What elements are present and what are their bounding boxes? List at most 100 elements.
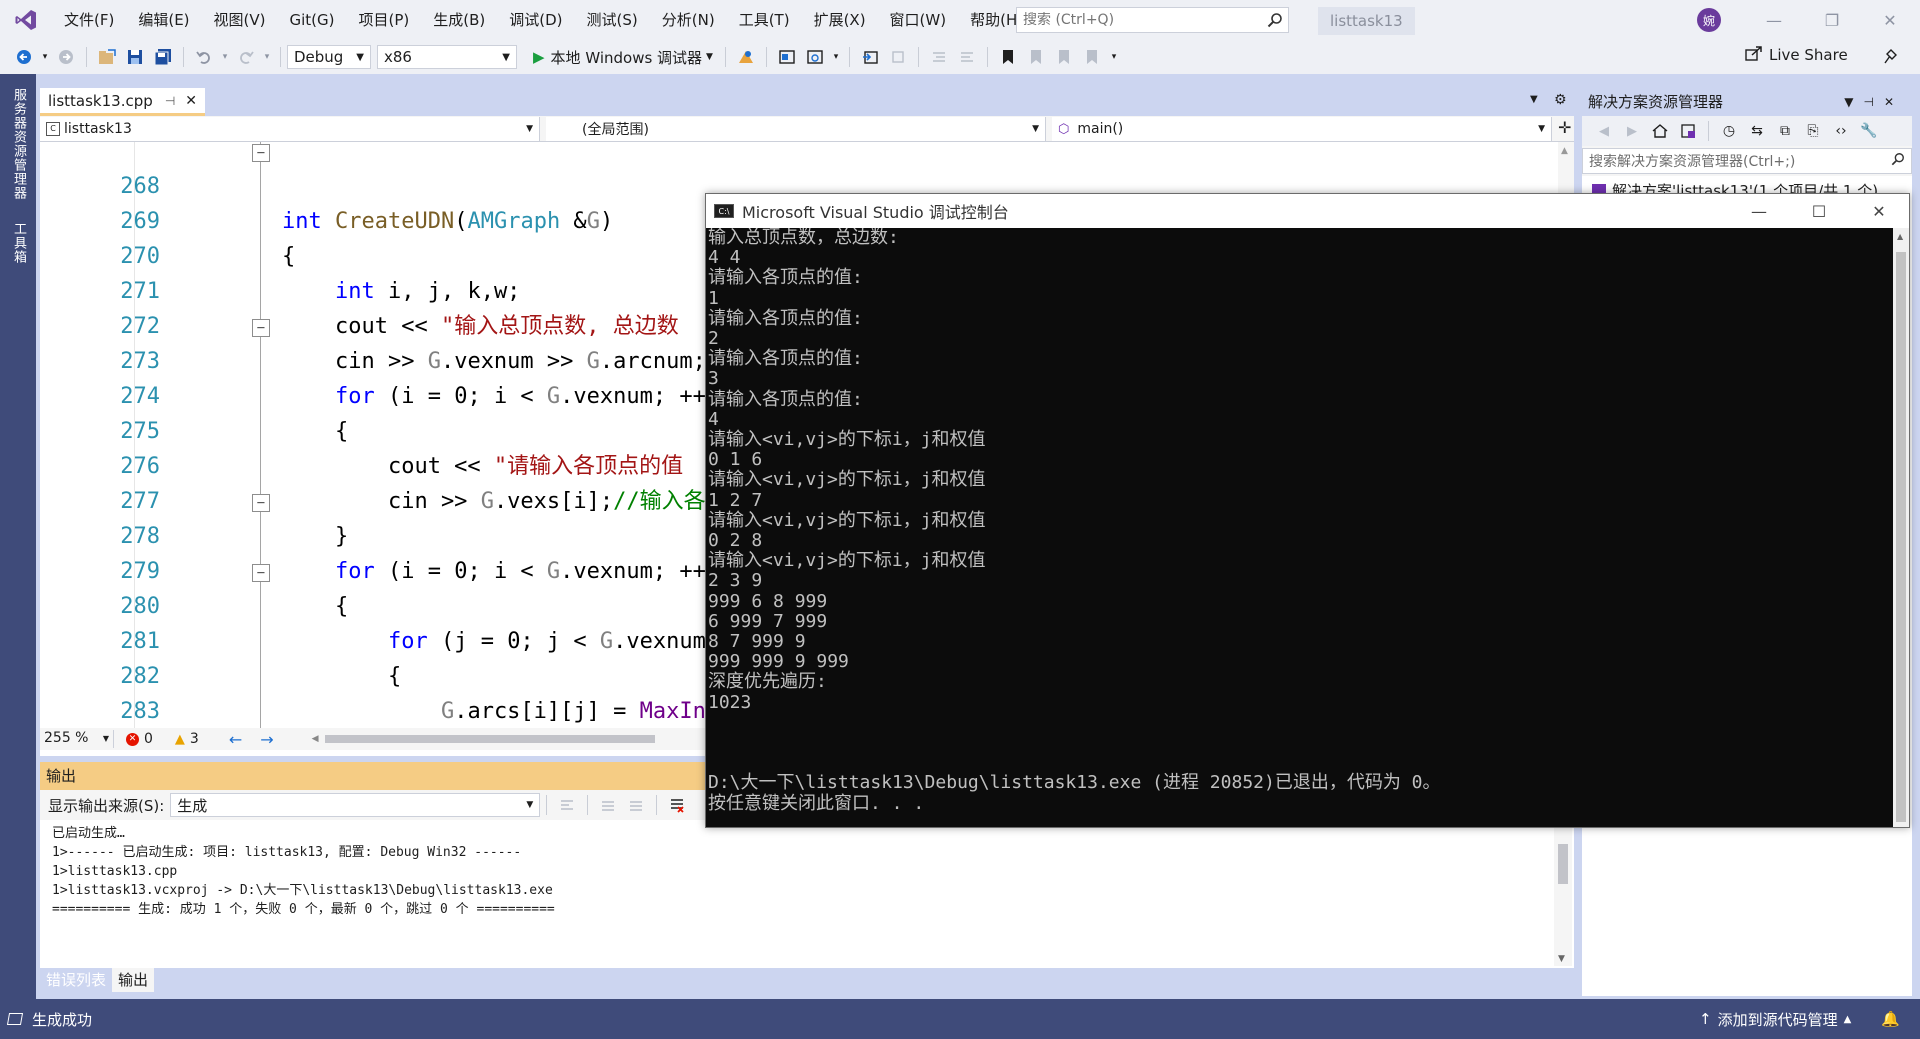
console-minimize-button[interactable]: — [1729, 194, 1789, 228]
menu-git[interactable]: Git(G) [278, 0, 347, 40]
undo-icon[interactable] [192, 45, 216, 69]
minimize-button[interactable]: — [1746, 0, 1802, 40]
step-over-icon[interactable] [886, 45, 910, 69]
collapse-all-icon[interactable]: ⧉ [1773, 119, 1797, 143]
output-source-dropdown[interactable]: 生成 ▼ [170, 793, 541, 817]
show-all-files-icon[interactable]: ⎘ [1801, 119, 1825, 143]
console-vertical-scrollbar[interactable]: ▲ [1893, 228, 1909, 827]
menu-tools[interactable]: 工具(T) [727, 0, 802, 40]
save-all-icon[interactable] [151, 45, 175, 69]
console-output[interactable]: 输入总顶点数，总边数: 4 4 请输入各顶点的值: 1 请输入各顶点的值: 2 … [706, 228, 1894, 827]
collapse-icon[interactable]: − [252, 144, 270, 162]
dropdown-arrow-icon[interactable]: ▾ [40, 45, 50, 69]
error-count[interactable]: ✕ 0 [126, 731, 153, 747]
start-debugging-button[interactable]: ▶ 本地 Windows 调试器 ▼ [527, 44, 719, 70]
output-vertical-scrollbar[interactable]: ▼ [1554, 822, 1572, 966]
forward-icon[interactable]: ▶ [1620, 119, 1644, 143]
toolbox-tab[interactable]: 工具箱 [8, 222, 28, 264]
scope-dropdown[interactable]: (全局范围) ▼ [546, 117, 1046, 141]
pin-icon[interactable]: ⊣ [1863, 95, 1883, 109]
console-title-bar[interactable]: C:\ Microsoft Visual Studio 调试控制台 — ☐ ✕ [706, 194, 1909, 228]
menu-project[interactable]: 项目(P) [347, 0, 422, 40]
settings-gear-icon[interactable]: ⚙ [1554, 92, 1567, 108]
tab-overflow-icon[interactable]: ▼ [1530, 94, 1538, 105]
window-layout-icon[interactable] [775, 45, 799, 69]
notifications-bell-icon[interactable]: 🔔 [1881, 1010, 1900, 1028]
menu-view[interactable]: 视图(V) [202, 0, 278, 40]
scroll-up-icon[interactable]: ▲ [1897, 232, 1903, 241]
pin-icon[interactable]: ⊣ [165, 94, 175, 108]
split-editor-icon[interactable]: ✛ [1558, 116, 1571, 141]
previous-issue-icon[interactable]: ← [229, 730, 242, 749]
save-icon[interactable] [123, 45, 147, 69]
next-issue-icon[interactable]: → [260, 730, 273, 749]
tab-listtask13-cpp[interactable]: listtask13.cpp ⊣ ✕ [40, 88, 205, 116]
scroll-thumb[interactable] [1558, 844, 1568, 884]
dropdown-arrow-icon[interactable]: ▾ [831, 45, 841, 69]
close-button[interactable]: ✕ [1862, 0, 1918, 40]
menu-window[interactable]: 窗口(W) [878, 0, 959, 40]
close-tab-icon[interactable]: ✕ [185, 93, 197, 109]
previous-bookmark-icon[interactable] [1024, 45, 1048, 69]
properties-wrench-icon[interactable]: 🔧 [1857, 119, 1881, 143]
browser-icon[interactable] [803, 45, 827, 69]
next-bookmark-icon[interactable] [1052, 45, 1076, 69]
clear-all-icon[interactable] [665, 793, 689, 817]
restore-button[interactable]: ❐ [1804, 0, 1860, 40]
tab-output[interactable]: 输出 [112, 968, 155, 992]
server-explorer-tab[interactable]: 服务器资源管理器 [8, 88, 28, 200]
close-panel-icon[interactable]: ✕ [1884, 95, 1904, 109]
menu-build[interactable]: 生成(B) [421, 0, 497, 40]
step-into-icon[interactable] [858, 45, 882, 69]
clear-bookmarks-icon[interactable] [1080, 45, 1104, 69]
avatar[interactable]: 婉 [1697, 8, 1721, 32]
feedback-icon[interactable] [1878, 45, 1902, 69]
collapse-icon[interactable]: − [252, 494, 270, 512]
menu-test[interactable]: 测试(S) [575, 0, 650, 40]
search-icon[interactable] [1891, 152, 1905, 170]
find-message-icon[interactable] [555, 793, 579, 817]
bookmark-icon[interactable] [996, 45, 1020, 69]
comment-out-icon[interactable] [927, 45, 951, 69]
solution-explorer-search[interactable]: 搜索解决方案资源管理器(Ctrl+;) [1582, 148, 1912, 174]
menu-edit[interactable]: 编辑(E) [126, 0, 201, 40]
platform-dropdown[interactable]: x86 ▼ [377, 45, 517, 69]
menu-debug[interactable]: 调试(D) [497, 0, 574, 40]
hot-reload-icon[interactable] [734, 45, 758, 69]
horizontal-scrollbar[interactable] [324, 735, 655, 743]
redo-icon[interactable] [234, 45, 258, 69]
menu-file[interactable]: 文件(F) [52, 0, 126, 40]
dropdown-arrow-icon[interactable]: ▾ [262, 45, 272, 69]
next-message-icon[interactable] [624, 793, 648, 817]
scroll-down-icon[interactable]: ▼ [1558, 954, 1565, 964]
project-dropdown[interactable]: C listtask13 ▼ [40, 117, 540, 141]
back-icon[interactable] [12, 45, 36, 69]
collapse-icon[interactable]: − [252, 319, 270, 337]
zoom-dropdown[interactable]: 255 % ▼ [40, 730, 114, 748]
scroll-left-icon[interactable]: ◀ [312, 734, 319, 744]
search-input[interactable] [1023, 12, 1262, 28]
sync-icon[interactable]: ⇆ [1745, 119, 1769, 143]
warning-count[interactable]: ▲ 3 [175, 731, 199, 747]
configuration-dropdown[interactable]: Debug ▼ [287, 45, 371, 69]
console-close-button[interactable]: ✕ [1849, 194, 1909, 228]
live-share-button[interactable]: Live Share [1745, 45, 1848, 65]
console-maximize-button[interactable]: ☐ [1789, 194, 1849, 228]
switch-views-icon[interactable] [1676, 119, 1700, 143]
uncomment-icon[interactable] [955, 45, 979, 69]
menu-extensions[interactable]: 扩展(X) [802, 0, 878, 40]
solution-name-badge[interactable]: listtask13 [1318, 7, 1415, 35]
scroll-up-icon[interactable]: ▲ [1561, 146, 1568, 156]
new-project-icon[interactable] [95, 45, 119, 69]
dropdown-arrow-icon[interactable]: ▾ [220, 45, 230, 69]
scroll-thumb[interactable] [1896, 252, 1906, 822]
code-view-icon[interactable]: ‹› [1829, 119, 1853, 143]
pending-changes-icon[interactable]: ◷ [1717, 119, 1741, 143]
collapse-icon[interactable]: − [252, 564, 270, 582]
home-icon[interactable] [1648, 119, 1672, 143]
member-dropdown[interactable]: ⬡ main() ▼ [1052, 117, 1552, 141]
add-to-source-control[interactable]: 添加到源代码管理 [1718, 1009, 1838, 1030]
search-icon[interactable] [1262, 8, 1288, 32]
back-icon[interactable]: ◀ [1592, 119, 1616, 143]
toolbar-options-icon[interactable]: ▾ [1108, 45, 1120, 69]
